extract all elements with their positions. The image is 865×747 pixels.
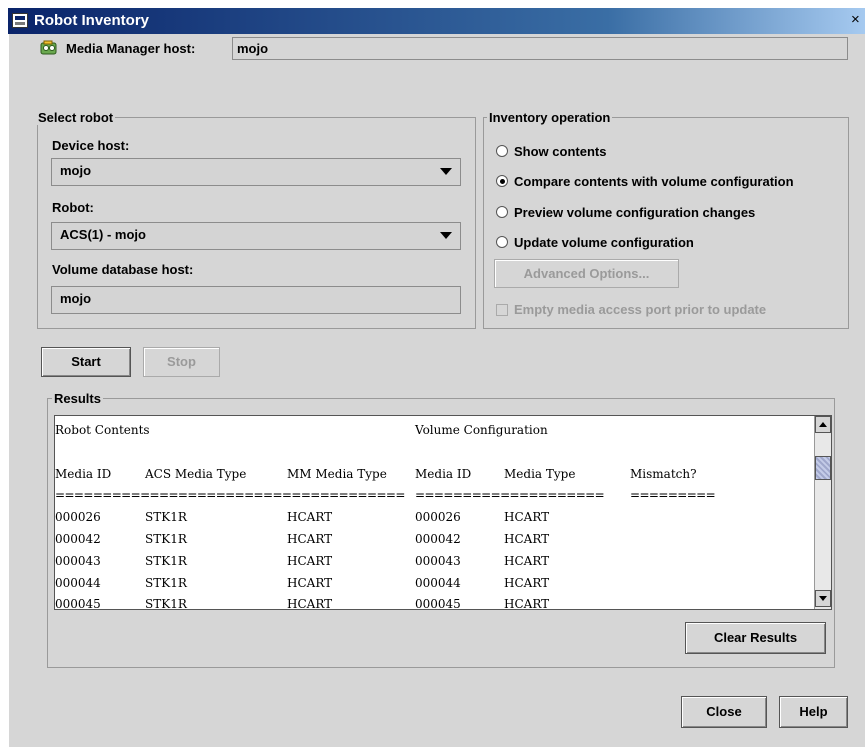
empty-port-checkbox[interactable] xyxy=(496,304,508,316)
start-button[interactable]: Start xyxy=(41,347,131,377)
select-robot-title: Select robot xyxy=(36,110,116,125)
radio-button[interactable] xyxy=(496,236,508,248)
cell-media-type: HCART xyxy=(504,597,550,610)
cell-media-id: 000044 xyxy=(55,576,101,590)
cell-acs-media-type: STK1R xyxy=(145,510,187,524)
cell-media-id-2: 000042 xyxy=(415,532,461,546)
column-mm-media-type: MM Media Type xyxy=(287,467,387,481)
inventory-operation-title: Inventory operation xyxy=(487,110,613,125)
media-manager-host-field: mojo xyxy=(232,37,848,60)
results-header-robot-contents: Robot Contents xyxy=(55,423,150,437)
cell-media-id-2: 000043 xyxy=(415,554,461,568)
column-media-id-2: Media ID xyxy=(415,467,472,481)
cell-mm-media-type: HCART xyxy=(287,576,333,590)
volume-database-host-label: Volume database host: xyxy=(52,262,194,277)
robot-dropdown[interactable]: ACS(1) - mojo xyxy=(51,222,461,250)
cell-media-type: HCART xyxy=(504,576,550,590)
radio-button[interactable] xyxy=(496,206,508,218)
radio-label: Show contents xyxy=(514,144,607,159)
radio-label: Compare contents with volume configurati… xyxy=(514,174,794,189)
help-button[interactable]: Help xyxy=(779,696,848,728)
cell-acs-media-type: STK1R xyxy=(145,576,187,590)
results-text-area[interactable]: Robot Contents Volume Configuration Medi… xyxy=(54,415,832,610)
column-media-id: Media ID xyxy=(55,467,112,481)
column-media-type: Media Type xyxy=(504,467,576,481)
cell-media-id: 000026 xyxy=(55,510,101,524)
radio-label: Update volume configuration xyxy=(514,235,694,250)
help-label: Help xyxy=(799,704,828,719)
column-mismatch: Mismatch? xyxy=(630,467,697,481)
cell-media-id-2: 000044 xyxy=(415,576,461,590)
chevron-down-icon xyxy=(440,168,452,175)
radio-button[interactable] xyxy=(496,175,508,187)
cell-mm-media-type: HCART xyxy=(287,597,333,610)
advanced-options-button[interactable]: Advanced Options... xyxy=(494,259,679,288)
media-manager-host-label: Media Manager host: xyxy=(66,41,196,56)
scroll-down-button[interactable] xyxy=(815,590,831,607)
media-manager-icon xyxy=(40,40,58,56)
window-title: Robot Inventory xyxy=(34,12,149,29)
clear-results-label: Clear Results xyxy=(713,630,798,645)
close-label: Close xyxy=(706,704,742,719)
results-header-volume-configuration: Volume Configuration xyxy=(415,423,548,437)
separator-right: ========= xyxy=(630,488,716,502)
cell-acs-media-type: STK1R xyxy=(145,554,187,568)
column-acs-media-type: ACS Media Type xyxy=(145,467,247,481)
robot-value: ACS(1) - mojo xyxy=(60,227,146,242)
cell-mm-media-type: HCART xyxy=(287,554,333,568)
separator-mid: ==================== xyxy=(415,488,605,502)
cell-media-id-2: 000026 xyxy=(415,510,461,524)
cell-mm-media-type: HCART xyxy=(287,510,333,524)
start-label: Start xyxy=(71,354,101,369)
cell-acs-media-type: STK1R xyxy=(145,532,187,546)
cell-media-id: 000043 xyxy=(55,554,101,568)
radio-button[interactable] xyxy=(496,145,508,157)
cell-acs-media-type: STK1R xyxy=(145,597,187,610)
radio-label: Preview volume configuration changes xyxy=(514,205,756,220)
results-scrollbar[interactable] xyxy=(814,416,831,609)
results-title: Results xyxy=(52,391,103,406)
cell-media-type: HCART xyxy=(504,554,550,568)
device-host-dropdown[interactable]: mojo xyxy=(51,158,461,186)
stop-button[interactable]: Stop xyxy=(143,347,220,377)
chevron-down-icon xyxy=(440,232,452,239)
cell-media-type: HCART xyxy=(504,532,550,546)
scroll-up-button[interactable] xyxy=(815,416,831,433)
close-window-icon[interactable]: × xyxy=(851,11,865,29)
arrow-down-icon xyxy=(819,596,827,601)
cell-media-id: 000042 xyxy=(55,532,101,546)
volume-database-host-field: mojo xyxy=(51,286,461,314)
scroll-thumb[interactable] xyxy=(815,456,831,480)
cell-media-id: 000045 xyxy=(55,597,101,610)
cell-media-type: HCART xyxy=(504,510,550,524)
empty-port-label: Empty media access port prior to update xyxy=(514,302,767,317)
cell-mm-media-type: HCART xyxy=(287,532,333,546)
device-host-label: Device host: xyxy=(52,138,130,153)
cell-media-id-2: 000045 xyxy=(415,597,461,610)
clear-results-button[interactable]: Clear Results xyxy=(685,622,826,654)
device-host-value: mojo xyxy=(60,163,92,178)
robot-label: Robot: xyxy=(52,200,94,215)
separator-left: ===================================== xyxy=(55,488,405,502)
arrow-up-icon xyxy=(819,422,827,427)
title-bar[interactable]: Robot Inventory × xyxy=(8,8,865,34)
app-icon xyxy=(12,13,28,28)
close-button[interactable]: Close xyxy=(681,696,767,728)
